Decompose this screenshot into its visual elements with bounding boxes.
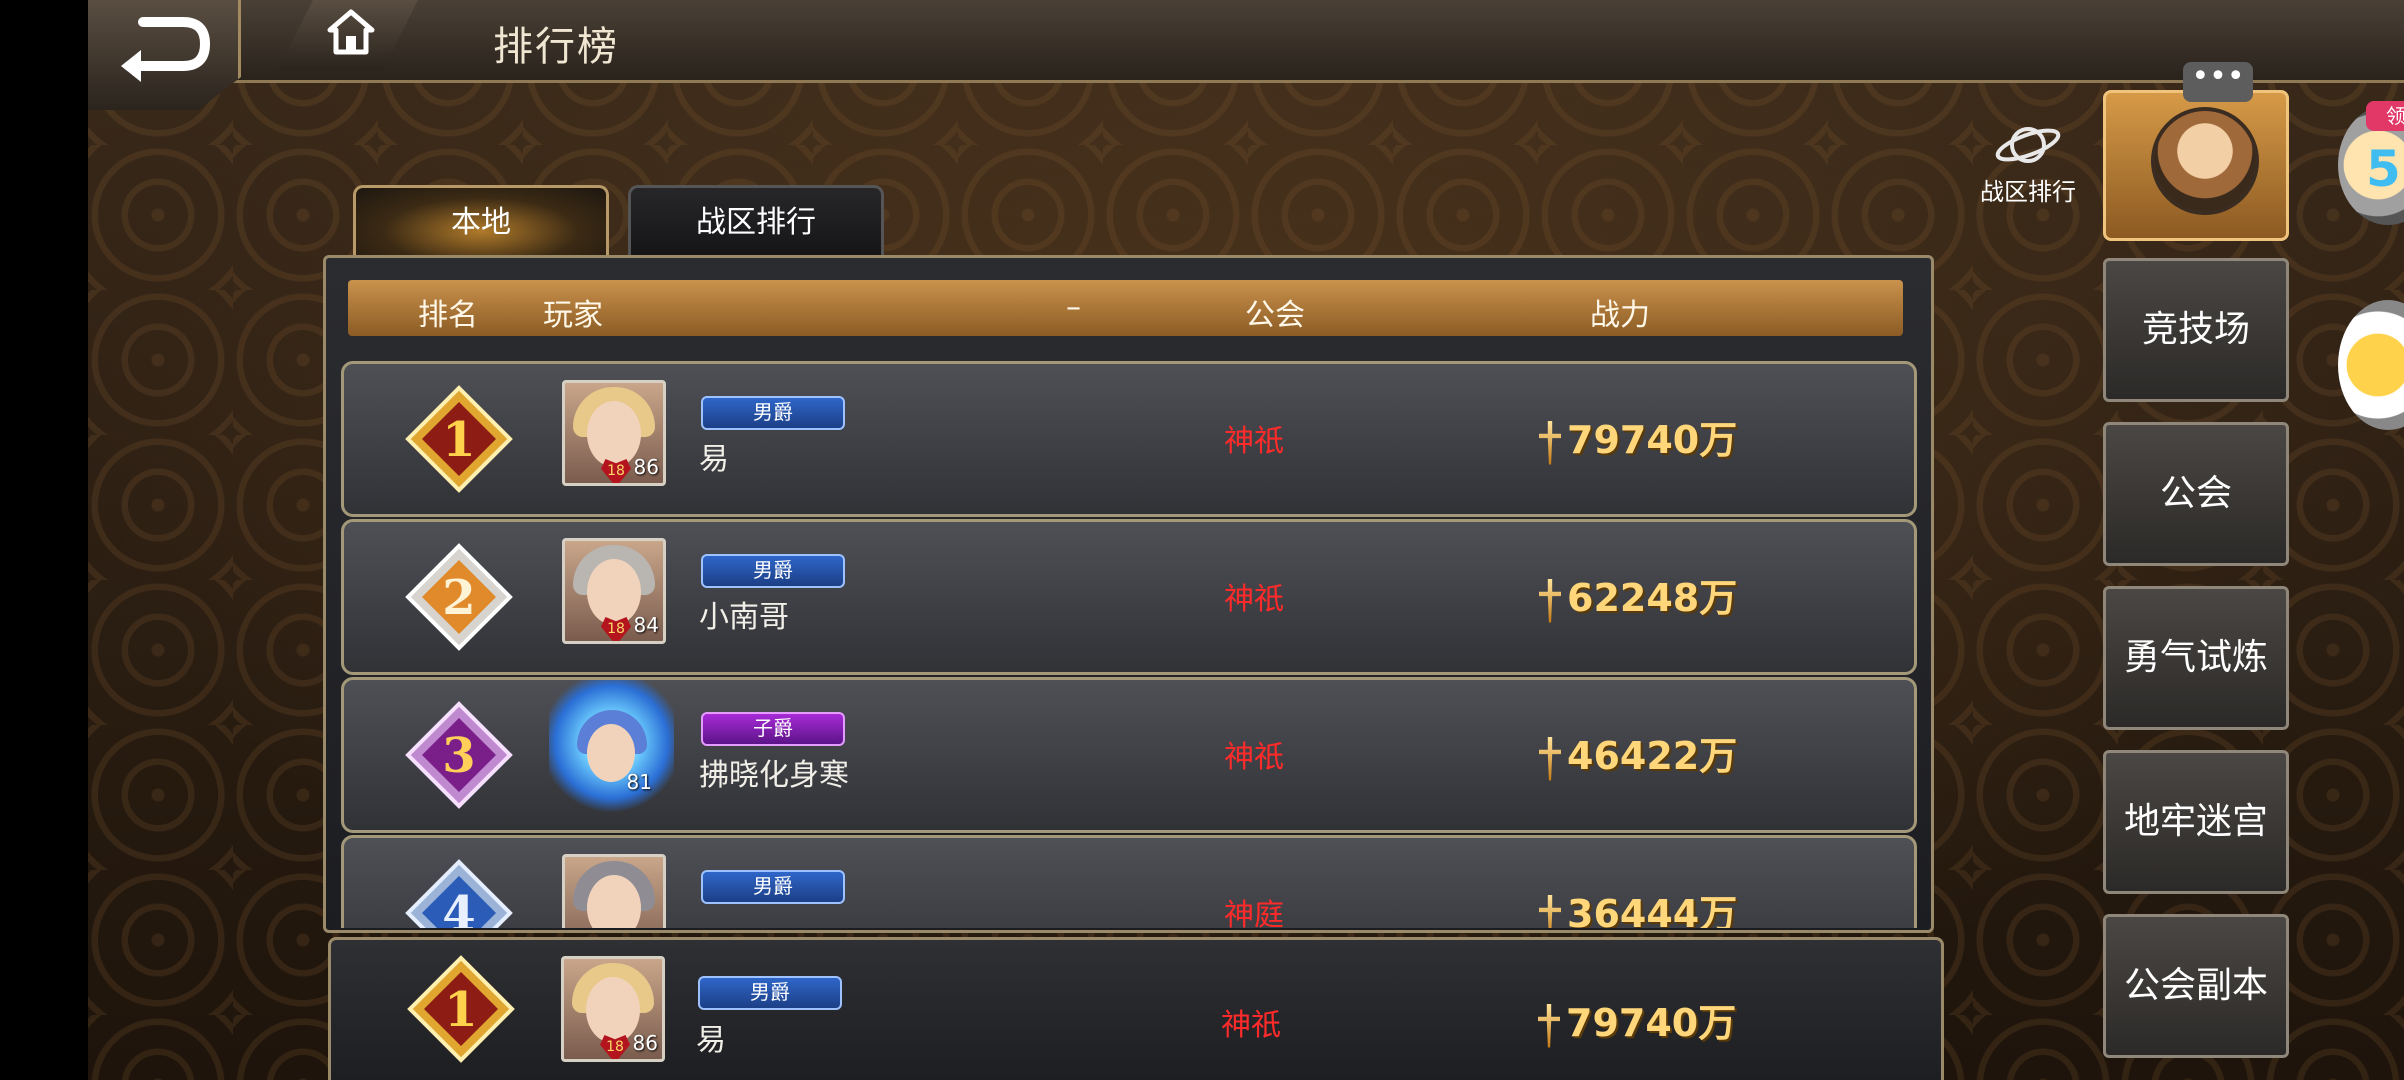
combat-power-value: 79740万 <box>1567 418 1738 462</box>
player-portrait[interactable]: 18 84 <box>562 538 666 644</box>
back-arrow-icon <box>121 17 211 82</box>
ranking-list[interactable]: 1 18 86 男爵 易 神祇 79740万 2 18 84 男爵 小南哥 神祇… <box>326 353 1931 928</box>
rank-title-badge: 男爵 <box>701 554 845 588</box>
combat-power-value: 62248万 <box>1567 576 1738 620</box>
combat-power-value: 79740万 <box>1566 1001 1737 1045</box>
table-row[interactable]: 1 18 86 男爵 易 神祇 79740万 <box>341 361 1917 517</box>
game-screen: 排行榜 本地 战区排行 战区排行 排名 玩家 – 公会 战力 1 18 86 男… <box>88 0 2404 1080</box>
combat-power: 79740万 <box>1538 992 1736 1048</box>
column-dash: – <box>1066 290 1081 325</box>
rank-silver-badge-icon: 2 <box>405 543 513 651</box>
rank-blue-badge-icon: 4 <box>405 859 513 928</box>
rank-number: 3 <box>442 728 475 784</box>
player-avatar-button[interactable] <box>2103 90 2289 241</box>
top-bar: 排行榜 <box>88 0 2404 110</box>
rank-number: 1 <box>442 412 475 468</box>
more-options-button[interactable]: ••• <box>2183 62 2253 102</box>
guild-name: 神祇 <box>1221 1008 1281 1043</box>
table-row[interactable]: 4 男爵 神庭 36444万 <box>341 835 1917 928</box>
combat-power: 46422万 <box>1539 725 1737 781</box>
table-row[interactable]: 3 81 子爵 拂晓化身寒 神祇 46422万 <box>341 677 1917 833</box>
sidebar-button-guild[interactable]: 公会 <box>2103 422 2289 566</box>
player-portrait[interactable] <box>562 854 666 928</box>
column-guild: 公会 <box>1245 298 1305 333</box>
player-level: 86 <box>632 1031 658 1055</box>
player-level: 86 <box>633 455 659 479</box>
sidebar-button-courage-trial[interactable]: 勇气试炼 <box>2103 586 2289 730</box>
player-portrait[interactable]: 18 86 <box>561 956 665 1062</box>
sidebar-button-arena[interactable]: 竞技场 <box>2103 258 2289 402</box>
home-button[interactable] <box>278 0 418 70</box>
reward-claim-button[interactable]: 领 5 <box>2338 101 2404 225</box>
warzone-ranking-shortcut[interactable]: 战区排行 <box>1963 120 2093 207</box>
rank-bronze-badge-icon: 3 <box>405 701 513 809</box>
column-player: 玩家 <box>543 298 603 333</box>
combat-power-value: 36444万 <box>1567 892 1738 928</box>
rank-title-badge: 子爵 <box>701 712 845 746</box>
combat-power-value: 46422万 <box>1567 734 1738 778</box>
player-name: 拂晓化身寒 <box>699 758 849 793</box>
rank-number: 2 <box>442 570 475 626</box>
rank-title-badge: 男爵 <box>698 976 842 1010</box>
combat-power: 62248万 <box>1539 567 1737 623</box>
sword-icon <box>1539 736 1561 781</box>
combat-power: 79740万 <box>1539 409 1737 465</box>
rank-title-badge: 男爵 <box>701 870 845 904</box>
sword-icon <box>1539 894 1561 928</box>
planet-icon <box>1995 127 2061 163</box>
guild-name: 神祇 <box>1224 582 1284 617</box>
rank-number: 4 <box>442 886 475 928</box>
player-name: 易 <box>696 1023 726 1058</box>
player-level: 84 <box>633 613 659 637</box>
sword-icon <box>1539 420 1561 465</box>
claim-number: 5 <box>2366 140 2401 198</box>
column-rank: 排名 <box>418 298 478 333</box>
avatar <box>2151 107 2259 215</box>
sidebar-button-guild-dungeon[interactable]: 公会副本 <box>2103 914 2289 1058</box>
player-portrait[interactable]: 18 86 <box>562 380 666 486</box>
back-button[interactable] <box>88 0 241 110</box>
rank-number: 1 <box>444 982 477 1038</box>
event-bubble-button[interactable] <box>2338 300 2404 430</box>
warzone-ranking-shortcut-label: 战区排行 <box>1980 178 2076 206</box>
guild-name: 神祇 <box>1224 424 1284 459</box>
player-level: 81 <box>626 770 652 794</box>
rank-gold-badge-icon: 1 <box>407 955 515 1063</box>
player-portrait[interactable]: 81 <box>549 680 674 812</box>
guild-name: 神祇 <box>1224 740 1284 775</box>
rank-title-badge: 男爵 <box>701 396 845 430</box>
guild-name: 神庭 <box>1224 898 1284 928</box>
my-ranking-row[interactable]: 1 18 86 男爵 易 神祇 79740万 <box>328 937 1944 1080</box>
page-title: 排行榜 <box>493 24 619 70</box>
table-header: 排名 玩家 – 公会 战力 <box>348 280 1903 336</box>
claim-tag: 领 <box>2366 101 2404 131</box>
player-name: 易 <box>699 442 729 477</box>
sidebar-button-dungeon-maze[interactable]: 地牢迷宫 <box>2103 750 2289 894</box>
table-row[interactable]: 2 18 84 男爵 小南哥 神祇 62248万 <box>341 519 1917 675</box>
tab-local[interactable]: 本地 <box>353 185 609 260</box>
sword-icon <box>1538 1003 1560 1048</box>
tab-warzone-ranking[interactable]: 战区排行 <box>628 185 884 260</box>
combat-power: 36444万 <box>1539 883 1737 928</box>
sword-icon <box>1539 578 1561 623</box>
rank-gold-badge-icon: 1 <box>405 385 513 493</box>
player-name: 小南哥 <box>699 600 789 635</box>
home-icon <box>327 9 375 55</box>
ranking-panel: 排名 玩家 – 公会 战力 1 18 86 男爵 易 神祇 79740万 2 1… <box>323 255 1934 933</box>
column-power: 战力 <box>1590 298 1650 333</box>
